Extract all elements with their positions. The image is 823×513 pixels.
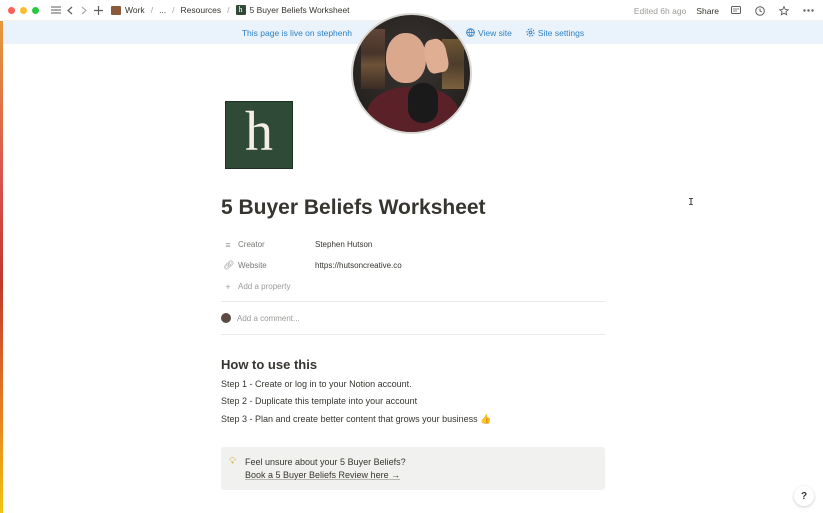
gear-icon xyxy=(526,28,535,37)
share-button[interactable]: Share xyxy=(696,6,719,16)
lightbulb-icon: 💡︎ xyxy=(229,456,236,467)
background-shelf xyxy=(361,29,385,89)
briefcase-icon xyxy=(111,5,121,15)
step-2-text[interactable]: Step 2 - Duplicate this template into yo… xyxy=(221,396,417,406)
menu-icon[interactable] xyxy=(49,3,63,17)
presenter-head xyxy=(386,33,426,83)
help-button[interactable]: ? xyxy=(794,486,814,506)
link-icon: 🔗︎ xyxy=(223,260,235,270)
window-controls xyxy=(8,6,39,14)
minimize-window-button[interactable] xyxy=(20,6,27,14)
page-logo-icon: h xyxy=(235,5,246,15)
property-website-value[interactable]: https://hutsoncreative.co xyxy=(315,261,402,270)
breadcrumb-work[interactable]: Work xyxy=(111,5,145,15)
breadcrumb-resources[interactable]: Resources xyxy=(181,5,222,15)
add-comment-row[interactable]: Add a comment... xyxy=(221,313,300,323)
comment-input[interactable]: Add a comment... xyxy=(237,314,300,323)
maximize-window-button[interactable] xyxy=(32,6,39,14)
book-review-link[interactable]: Book a 5 Buyer Beliefs Review here → xyxy=(245,469,406,482)
site-settings-link[interactable]: Site settings xyxy=(526,28,584,38)
plus-icon[interactable] xyxy=(91,3,105,17)
window-edge xyxy=(0,0,3,513)
property-creator[interactable]: ≡ Creator Stephen Hutson xyxy=(221,234,606,255)
text-lines-icon: ≡ xyxy=(225,239,231,250)
breadcrumb-separator: / xyxy=(227,5,230,15)
top-bar-actions: Edited 6h ago Share xyxy=(634,0,815,21)
breadcrumb-separator: / xyxy=(150,5,154,15)
divider xyxy=(221,334,605,335)
view-site-link[interactable]: View site xyxy=(466,28,512,38)
step-3-text[interactable]: Step 3 - Plan and create better content … xyxy=(221,414,491,425)
webcam-video-bubble[interactable] xyxy=(351,13,472,134)
property-website[interactable]: 🔗︎ Website https://hutsoncreative.co xyxy=(221,255,606,276)
microphone-icon xyxy=(408,83,438,123)
breadcrumb-current-page[interactable]: h 5 Buyer Beliefs Worksheet xyxy=(235,5,350,15)
edited-status: Edited 6h ago xyxy=(633,5,687,16)
step-1-text[interactable]: Step 1 - Create or log in to your Notion… xyxy=(221,379,412,389)
live-site-text: This page is live on stephenh xyxy=(241,27,352,38)
property-creator-value[interactable]: Stephen Hutson xyxy=(315,240,372,249)
add-property-button[interactable]: + Add a property xyxy=(221,276,606,297)
plus-icon: + xyxy=(225,281,231,292)
section-heading[interactable]: How to use this xyxy=(221,357,317,372)
back-icon[interactable] xyxy=(63,3,77,17)
clock-icon[interactable] xyxy=(753,4,767,18)
breadcrumb-separator: / xyxy=(172,5,175,15)
callout-text: Feel unsure about your 5 Buyer Beliefs? xyxy=(245,457,406,467)
breadcrumb: Work / ... / Resources / h 5 Buyer Belie… xyxy=(111,5,350,15)
star-icon[interactable] xyxy=(777,4,791,18)
close-window-button[interactable] xyxy=(8,6,15,14)
breadcrumb-ellipsis[interactable]: ... xyxy=(159,5,166,15)
page-icon[interactable]: h xyxy=(225,101,293,169)
avatar xyxy=(221,313,231,323)
globe-icon xyxy=(466,28,475,37)
page-title[interactable]: 5 Buyer Beliefs Worksheet xyxy=(221,196,486,220)
more-icon[interactable] xyxy=(801,4,815,18)
callout-block[interactable]: 💡︎ Feel unsure about your 5 Buyer Belief… xyxy=(221,447,605,490)
divider xyxy=(221,301,605,302)
comment-icon[interactable] xyxy=(729,4,743,18)
forward-icon[interactable] xyxy=(77,3,91,17)
page-properties: ≡ Creator Stephen Hutson 🔗︎ Website http… xyxy=(221,234,606,297)
text-cursor-icon: I xyxy=(688,197,695,208)
